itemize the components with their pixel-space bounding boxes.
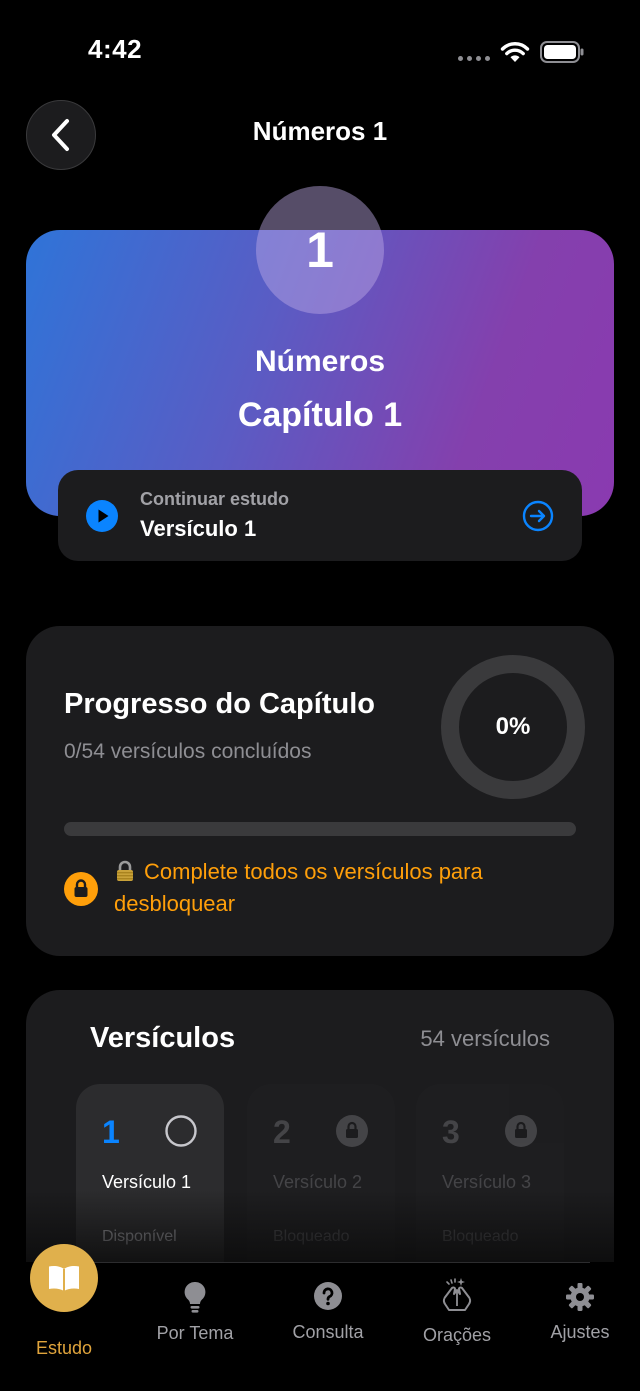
progress-bar bbox=[64, 822, 576, 836]
verses-title: Versículos bbox=[90, 1022, 236, 1054]
padlock-icon bbox=[117, 860, 133, 881]
verse-label: Versículo 2 bbox=[273, 1172, 363, 1192]
tab-por-tema[interactable]: Por Tema bbox=[131, 1262, 259, 1391]
progress-subtitle: 0/54 versículos concluídos bbox=[64, 740, 312, 763]
tab-ajustes[interactable]: Ajustes bbox=[520, 1262, 640, 1391]
lightbulb-icon bbox=[184, 1281, 206, 1313]
battery-icon bbox=[540, 41, 584, 63]
hero-chapter-label: Capítulo 1 bbox=[237, 396, 403, 434]
status-time: 4:42 bbox=[88, 34, 143, 64]
continue-study-button[interactable]: Continuar estudo Versículo 1 bbox=[58, 470, 582, 561]
empty-circle-icon bbox=[165, 1115, 197, 1147]
praying-hands-icon bbox=[442, 1278, 472, 1311]
verse-tile-3[interactable]: 3 Versículo 3 Bloqueado bbox=[416, 1084, 564, 1284]
tab-label: Ajustes bbox=[550, 1322, 610, 1342]
verse-number: 3 bbox=[442, 1114, 460, 1150]
tab-oracoes[interactable]: Orações bbox=[393, 1262, 521, 1391]
lock-badge-icon bbox=[64, 872, 98, 906]
verses-count: 54 versículos bbox=[420, 1026, 550, 1051]
tab-label: Estudo bbox=[35, 1338, 93, 1358]
hero-book-name: Números bbox=[254, 345, 386, 378]
progress-percent: 0% bbox=[495, 713, 531, 740]
tab-estudo[interactable]: Estudo bbox=[0, 1244, 128, 1391]
tab-label: Por Tema bbox=[156, 1323, 234, 1343]
status-bar: 4:42 bbox=[0, 0, 640, 100]
book-icon bbox=[49, 1266, 79, 1291]
arrow-right-circle-icon bbox=[522, 500, 554, 532]
lock-icon bbox=[336, 1115, 368, 1147]
wifi-icon bbox=[500, 42, 530, 62]
gear-icon bbox=[566, 1283, 594, 1311]
page-title: Números 1 bbox=[252, 116, 388, 146]
verse-tile-2[interactable]: 2 Versículo 2 Bloqueado bbox=[247, 1084, 395, 1284]
tab-label: Orações bbox=[422, 1325, 492, 1345]
continue-caption: Continuar estudo bbox=[140, 489, 289, 509]
chapter-number-badge: 1 bbox=[256, 186, 384, 314]
verse-label: Versículo 1 bbox=[102, 1172, 192, 1192]
verse-tile-1[interactable]: 1 Versículo 1 Disponível bbox=[76, 1084, 224, 1284]
tab-active-indicator bbox=[30, 1244, 98, 1312]
lock-icon bbox=[505, 1115, 537, 1147]
verse-status: Bloqueado bbox=[442, 1228, 519, 1245]
lock-message: Complete todos os versículos para desblo… bbox=[114, 856, 574, 920]
verse-label: Versículo 3 bbox=[442, 1172, 532, 1192]
verse-number: 1 bbox=[102, 1114, 120, 1150]
continue-verse-label: Versículo 1 bbox=[140, 516, 257, 541]
tab-bar: Estudo Por Tema Consulta Orações Ajustes bbox=[0, 1244, 640, 1391]
tab-label: Consulta bbox=[292, 1322, 364, 1342]
tab-consulta[interactable]: Consulta bbox=[264, 1262, 392, 1391]
question-icon bbox=[314, 1282, 342, 1310]
verse-status: Disponível bbox=[102, 1228, 177, 1245]
verse-number: 2 bbox=[273, 1114, 291, 1150]
chapter-progress-card: Progresso do Capítulo 0/54 versículos co… bbox=[26, 626, 614, 956]
lock-message-text: Complete todos os versículos para desblo… bbox=[114, 859, 483, 916]
progress-title: Progresso do Capítulo bbox=[64, 688, 375, 720]
verse-status: Bloqueado bbox=[273, 1228, 350, 1245]
play-icon bbox=[86, 500, 118, 532]
cellular-signal-icon bbox=[458, 56, 490, 61]
